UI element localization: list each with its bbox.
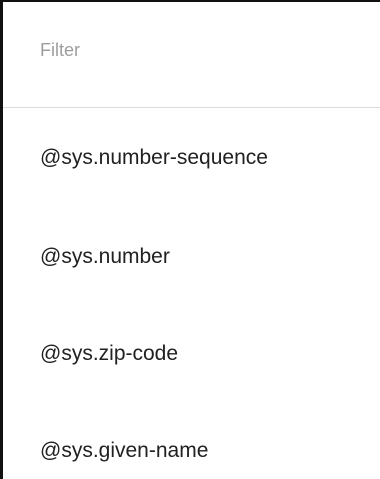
list-item-zip-code[interactable]: @sys.zip-code	[3, 305, 380, 402]
entity-list: @sys.number-sequence @sys.number @sys.zi…	[3, 108, 380, 479]
entity-dropdown-panel: @sys.number-sequence @sys.number @sys.zi…	[0, 0, 380, 479]
list-item-number[interactable]: @sys.number	[3, 208, 380, 305]
list-item-number-sequence[interactable]: @sys.number-sequence	[3, 108, 380, 208]
filter-row	[3, 2, 380, 108]
list-item-given-name[interactable]: @sys.given-name	[3, 402, 380, 479]
filter-input[interactable]	[40, 40, 360, 61]
